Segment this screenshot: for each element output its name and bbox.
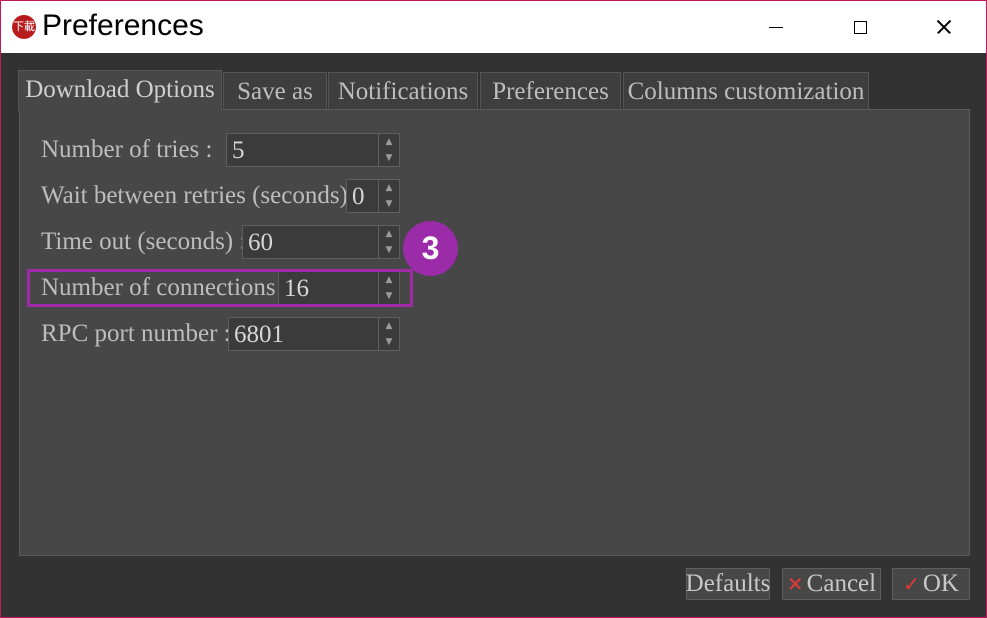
rpc-port-spinbox[interactable]: 6801 ▲ ▼ [228, 317, 400, 351]
tries-label: Number of tries : [41, 136, 213, 163]
tab-preferences[interactable]: Preferences [480, 72, 621, 109]
tries-value: 5 [232, 137, 245, 164]
step-number-badge: 3 [403, 221, 458, 276]
wait-label: Wait between retries (seconds) : [41, 182, 362, 209]
minimize-icon [769, 26, 783, 28]
connections-highlight-box [27, 269, 413, 307]
wait-down-arrow-icon[interactable]: ▼ [379, 196, 399, 212]
minimize-button[interactable] [734, 1, 818, 53]
maximize-icon [853, 20, 867, 34]
cancel-x-icon: ✕ [786, 572, 804, 596]
window-title: Preferences [42, 9, 204, 42]
tab-download-options[interactable]: Download Options [18, 70, 222, 111]
wait-value: 0 [352, 183, 365, 210]
title-bar: 下載 Preferences [1, 1, 986, 53]
wait-spinbox[interactable]: 0 ▲ ▼ [346, 179, 400, 213]
tab-save-as[interactable]: Save as [223, 72, 327, 109]
tries-stepper: ▲ ▼ [378, 134, 399, 166]
wait-stepper: ▲ ▼ [378, 180, 399, 212]
tab-columns-customization[interactable]: Columns customization [623, 72, 869, 109]
cancel-button[interactable]: ✕ Cancel [782, 568, 881, 600]
wait-up-arrow-icon[interactable]: ▲ [379, 180, 399, 196]
timeout-label: Time out (seconds) : [41, 228, 247, 255]
ok-button[interactable]: ✓ OK [892, 568, 970, 600]
timeout-value: 60 [248, 229, 273, 256]
rpc-port-down-arrow-icon[interactable]: ▼ [379, 334, 399, 350]
timeout-up-arrow-icon[interactable]: ▲ [379, 226, 399, 242]
defaults-label: Defaults [685, 570, 771, 597]
timeout-stepper: ▲ ▼ [378, 226, 399, 258]
tries-up-arrow-icon[interactable]: ▲ [379, 134, 399, 150]
close-icon [936, 19, 952, 35]
app-icon: 下載 [12, 15, 36, 39]
timeout-spinbox[interactable]: 60 ▲ ▼ [242, 225, 400, 259]
timeout-down-arrow-icon[interactable]: ▼ [379, 242, 399, 258]
close-button[interactable] [902, 1, 986, 53]
defaults-button[interactable]: Defaults [686, 568, 770, 600]
tab-notifications[interactable]: Notifications [328, 72, 478, 109]
cancel-label: Cancel [806, 570, 877, 597]
ok-label: OK [922, 570, 959, 597]
maximize-button[interactable] [818, 1, 902, 53]
rpc-port-up-arrow-icon[interactable]: ▲ [379, 318, 399, 334]
rpc-port-value: 6801 [234, 321, 284, 348]
rpc-port-label: RPC port number : [41, 320, 231, 347]
tries-down-arrow-icon[interactable]: ▼ [379, 150, 399, 166]
rpc-port-stepper: ▲ ▼ [378, 318, 399, 350]
preferences-window: 下載 Preferences Download Options Save as … [0, 0, 987, 618]
tries-spinbox[interactable]: 5 ▲ ▼ [226, 133, 400, 167]
app-icon-text: 下載 [13, 20, 35, 33]
ok-check-icon: ✓ [903, 572, 920, 596]
